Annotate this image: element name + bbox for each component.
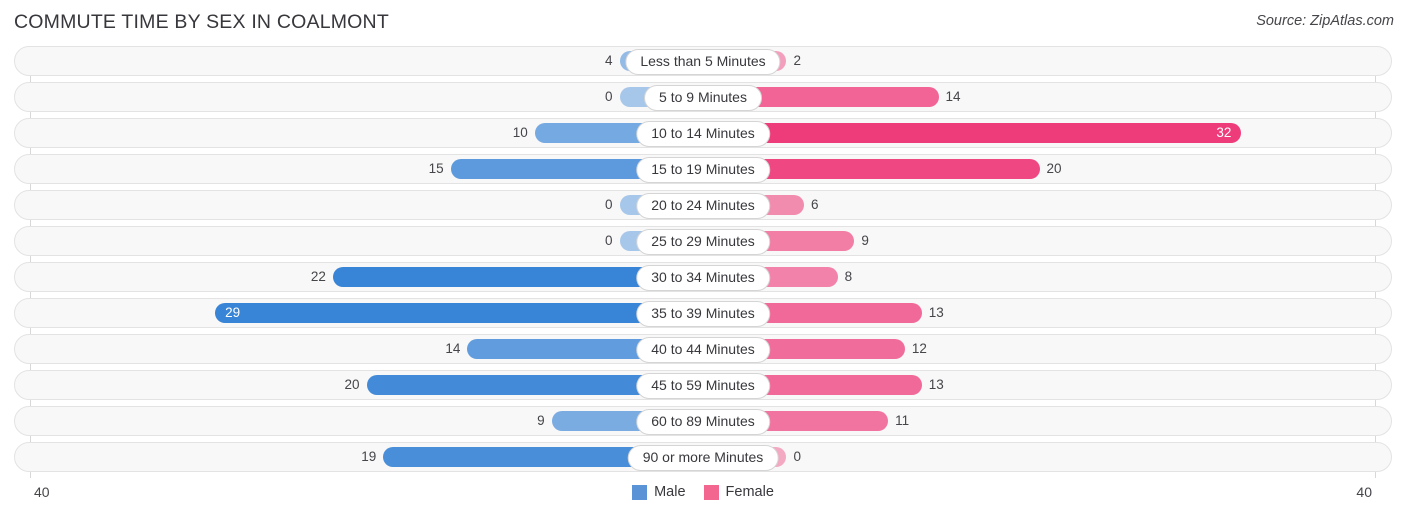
table-row[interactable]: 14 12 40 to 44 Minutes <box>14 334 1392 364</box>
male-swatch-icon <box>632 484 648 500</box>
category-label: 45 to 59 Minutes <box>636 373 770 399</box>
bar-male[interactable] <box>215 303 703 323</box>
value-label-male: 0 <box>605 89 613 104</box>
value-label-female: 14 <box>945 89 961 104</box>
row-inner: 0 14 5 to 9 Minutes <box>30 83 1376 111</box>
table-row[interactable]: 4 2 Less than 5 Minutes <box>14 46 1392 76</box>
category-label: 60 to 89 Minutes <box>636 409 770 435</box>
table-row[interactable]: 20 13 45 to 59 Minutes <box>14 370 1392 400</box>
row-inner: 15 20 15 to 19 Minutes <box>30 155 1376 183</box>
table-row[interactable]: 15 20 15 to 19 Minutes <box>14 154 1392 184</box>
category-label: 30 to 34 Minutes <box>636 265 770 291</box>
value-label-male: 4 <box>605 53 613 68</box>
source-attribution: Source: ZipAtlas.com <box>1256 13 1394 29</box>
category-label: 5 to 9 Minutes <box>644 85 762 111</box>
value-label-male: 14 <box>445 341 461 356</box>
value-label-female: 6 <box>810 197 819 212</box>
row-inner: 0 6 20 to 24 Minutes <box>30 191 1376 219</box>
table-row[interactable]: 0 9 25 to 29 Minutes <box>14 226 1392 256</box>
chart-header: COMMUTE TIME BY SEX IN COALMONT Source: … <box>0 0 1406 46</box>
category-label: 25 to 29 Minutes <box>636 229 770 255</box>
page-title: COMMUTE TIME BY SEX IN COALMONT <box>14 11 389 33</box>
table-row[interactable]: 0 14 5 to 9 Minutes <box>14 82 1392 112</box>
row-inner: 14 12 40 to 44 Minutes <box>30 335 1376 363</box>
value-label-male: 0 <box>605 197 613 212</box>
legend-label: Female <box>725 484 774 500</box>
value-label-male: 0 <box>605 233 613 248</box>
bar-rows: 4 2 Less than 5 Minutes 0 14 5 to 9 Minutes 10… <box>14 46 1392 472</box>
row-inner: 19 0 90 or more Minutes <box>30 443 1376 471</box>
value-label-female: 8 <box>844 269 853 284</box>
value-label-female: 20 <box>1046 161 1062 176</box>
table-row[interactable]: 29 13 35 to 39 Minutes <box>14 298 1392 328</box>
row-inner: 4 2 Less than 5 Minutes <box>30 47 1376 75</box>
value-label-female: 32 <box>1216 125 1232 140</box>
value-label-female: 9 <box>861 233 869 248</box>
value-label-female: 2 <box>793 53 801 68</box>
row-inner: 0 9 25 to 29 Minutes <box>30 227 1376 255</box>
value-label-male: 15 <box>428 161 444 176</box>
category-label: 90 or more Minutes <box>627 445 779 471</box>
row-inner: 10 32 10 to 14 Minutes <box>30 119 1376 147</box>
legend-item[interactable]: Male <box>632 484 686 500</box>
value-label-female: 13 <box>928 305 944 320</box>
chart-footer: 40 40 Male Female <box>14 478 1392 518</box>
female-swatch-icon <box>703 484 719 500</box>
table-row[interactable]: 10 32 10 to 14 Minutes <box>14 118 1392 148</box>
table-row[interactable]: 0 6 20 to 24 Minutes <box>14 190 1392 220</box>
row-inner: 29 13 35 to 39 Minutes <box>30 299 1376 327</box>
bar-female[interactable] <box>703 123 1242 143</box>
category-label: 15 to 19 Minutes <box>636 157 770 183</box>
value-label-female: 0 <box>793 449 801 464</box>
row-inner: 9 11 60 to 89 Minutes <box>30 407 1376 435</box>
row-inner: 22 8 30 to 34 Minutes <box>30 263 1376 291</box>
value-label-male: 19 <box>361 449 377 464</box>
category-label: 10 to 14 Minutes <box>636 121 770 147</box>
chart-legend: Male Female <box>14 484 1392 500</box>
value-label-male: 9 <box>537 413 545 428</box>
category-label: 35 to 39 Minutes <box>636 301 770 327</box>
table-row[interactable]: 22 8 30 to 34 Minutes <box>14 262 1392 292</box>
row-inner: 20 13 45 to 59 Minutes <box>30 371 1376 399</box>
chart-plot-area: 4 2 Less than 5 Minutes 0 14 5 to 9 Minutes 10… <box>14 46 1392 478</box>
category-label: 40 to 44 Minutes <box>636 337 770 363</box>
value-label-male: 10 <box>512 125 528 140</box>
value-label-female: 12 <box>911 341 927 356</box>
value-label-female: 11 <box>895 413 910 428</box>
value-label-male: 20 <box>344 377 360 392</box>
category-label: 20 to 24 Minutes <box>636 193 770 219</box>
value-label-female: 13 <box>928 377 944 392</box>
legend-item[interactable]: Female <box>703 484 774 500</box>
legend-label: Male <box>654 484 686 500</box>
value-label-male: 29 <box>225 305 241 320</box>
value-label-male: 22 <box>310 269 326 284</box>
table-row[interactable]: 9 11 60 to 89 Minutes <box>14 406 1392 436</box>
table-row[interactable]: 19 0 90 or more Minutes <box>14 442 1392 472</box>
category-label: Less than 5 Minutes <box>625 49 781 75</box>
